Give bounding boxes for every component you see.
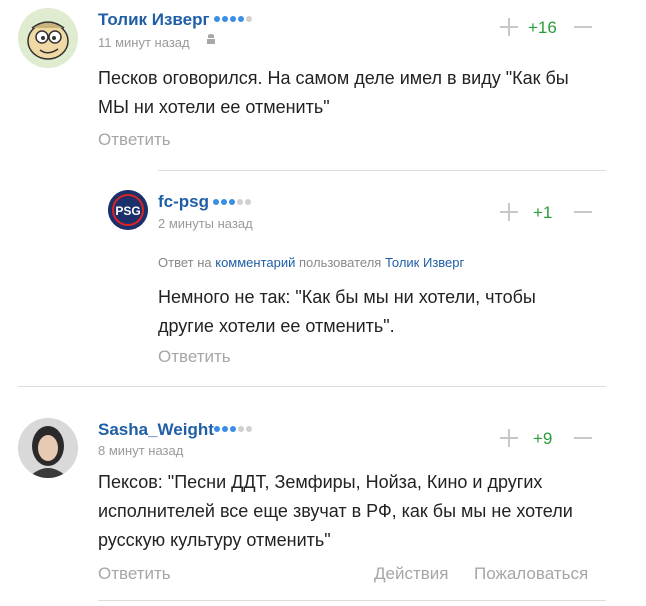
android-icon	[204, 33, 218, 47]
avatar[interactable]: PSG	[108, 190, 148, 230]
rating-dot	[230, 426, 236, 432]
rating-dot	[214, 16, 220, 22]
rating-dots	[213, 199, 251, 205]
comment-text-line: Песков оговорился. На самом деле имел в …	[98, 68, 569, 88]
svg-text:PSG: PSG	[115, 204, 140, 218]
author-name[interactable]: Толик Изверг	[98, 10, 210, 30]
upvote-button[interactable]	[500, 203, 518, 221]
downvote-button[interactable]	[574, 203, 592, 221]
rating-dot	[246, 426, 252, 432]
rating-dot	[246, 16, 252, 22]
rating-dot	[213, 199, 219, 205]
divider	[158, 170, 606, 171]
upvote-button[interactable]	[500, 18, 518, 36]
actions-button[interactable]: Действия	[374, 564, 448, 584]
vote-score: +9	[533, 429, 553, 448]
psg-logo-icon: PSG	[108, 190, 148, 230]
upvote-button[interactable]	[500, 429, 518, 447]
rating-dot	[214, 426, 220, 432]
divider	[98, 600, 606, 601]
author-name[interactable]: Sasha_Weight	[98, 420, 214, 440]
report-button[interactable]: Пожаловаться	[474, 564, 588, 584]
author-name[interactable]: fc-psg	[158, 192, 209, 212]
comment-time: 11 минут назад	[98, 35, 190, 50]
rating-dot	[222, 426, 228, 432]
comment-time: 2 минуты назад	[158, 216, 253, 231]
vote-score: +1	[533, 203, 553, 222]
rating-dot	[238, 426, 244, 432]
rating-dot	[230, 16, 236, 22]
comment-time: 8 минут назад	[98, 443, 184, 458]
comment-text-line: МЫ ни хотели ее отменить"	[98, 97, 330, 117]
divider	[18, 386, 606, 387]
downvote-button[interactable]	[574, 18, 592, 36]
avatar-cartoon-image	[18, 8, 78, 68]
avatar[interactable]	[18, 8, 78, 68]
reply-comment-link[interactable]: комментарий	[215, 255, 295, 270]
comment-text: Немного не так: "Как бы мы ни хотели, чт…	[158, 283, 536, 341]
rating-dot	[238, 16, 244, 22]
downvote-button[interactable]	[574, 429, 592, 447]
rating-dot	[245, 199, 251, 205]
reply-user-link[interactable]: Толик Изверг	[385, 255, 464, 270]
avatar-photo-image	[18, 418, 78, 478]
comment-text-line: исполнителей все еще звучат в РФ, как бы…	[98, 501, 573, 521]
comment-text-line: русскую культуру отменить"	[98, 530, 331, 550]
comment-text-line: Немного не так: "Как бы мы ни хотели, чт…	[158, 287, 536, 307]
rating-dots	[214, 16, 252, 22]
reply-button[interactable]: Ответить	[158, 347, 231, 367]
comment-text-line: Пексов: "Песни ДДТ, Земфиры, Нойза, Кино…	[98, 472, 543, 492]
comment-text: Пексов: "Песни ДДТ, Земфиры, Нойза, Кино…	[98, 468, 573, 555]
rating-dots	[214, 426, 252, 432]
comment-text-line: другие хотели ее отменить".	[158, 316, 395, 336]
reply-meta-middle: пользователя	[299, 255, 382, 270]
comment-text: Песков оговорился. На самом деле имел в …	[98, 64, 569, 122]
reply-meta-prefix: Ответ на	[158, 255, 212, 270]
rating-dot	[222, 16, 228, 22]
vote-score: +16	[528, 18, 557, 37]
rating-dot	[229, 199, 235, 205]
reply-button[interactable]: Ответить	[98, 564, 171, 584]
reply-button[interactable]: Ответить	[98, 130, 171, 150]
avatar[interactable]	[18, 418, 78, 478]
rating-dot	[221, 199, 227, 205]
reply-meta: Ответ на комментарий пользователя Толик …	[158, 255, 464, 270]
rating-dot	[237, 199, 243, 205]
